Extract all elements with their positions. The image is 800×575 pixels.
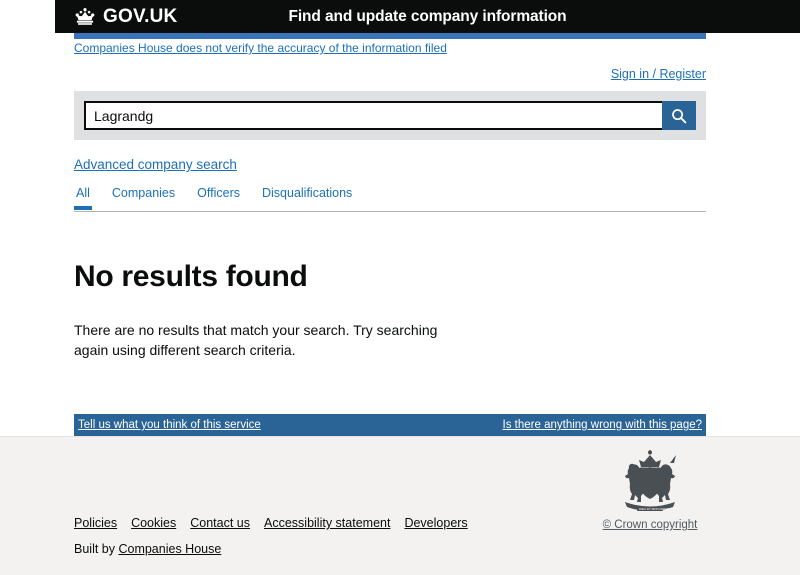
search-input[interactable] — [84, 101, 662, 130]
service-title: Find and update company information — [288, 7, 567, 25]
footer-inner: Policies Cookies Contact us Accessibilit… — [74, 437, 706, 575]
tabs-inner: All Companies Officers Disqualifications — [74, 186, 706, 210]
feedback-report-problem-link[interactable]: Is there anything wrong with this page? — [503, 419, 702, 431]
footer-link-accessibility-statement[interactable]: Accessibility statement — [264, 516, 390, 530]
verify-accuracy-link[interactable]: Companies House does not verify the accu… — [74, 41, 447, 55]
royal-coat-of-arms-icon: DIEU ET MON DROIT — [590, 447, 710, 515]
crown-copyright-block: DIEU ET MON DROIT © Crown copyright — [590, 447, 710, 531]
no-results-message: There are no results that match your sea… — [74, 322, 438, 358]
crown-copyright-link[interactable]: © Crown copyright — [590, 519, 710, 531]
built-by-prefix: Built by — [74, 542, 119, 556]
advanced-company-search-link[interactable]: Advanced company search — [74, 157, 237, 172]
account-bar: Sign in / Register — [74, 65, 706, 81]
footer-link-developers[interactable]: Developers — [404, 516, 467, 530]
search-result-tabs: All Companies Officers Disqualifications — [74, 186, 706, 212]
footer-link-contact-us[interactable]: Contact us — [190, 516, 250, 530]
search-icon — [671, 108, 687, 124]
footer-links: Policies Cookies Contact us Accessibilit… — [74, 516, 468, 530]
main-content: No results found There are no results th… — [74, 260, 706, 361]
tab-officers[interactable]: Officers — [197, 186, 240, 206]
page-footer: Policies Cookies Contact us Accessibilit… — [0, 436, 800, 575]
footer-link-policies[interactable]: Policies — [74, 516, 117, 530]
sign-in-register-link[interactable]: Sign in / Register — [611, 67, 706, 81]
tab-disqualifications[interactable]: Disqualifications — [262, 186, 352, 206]
search-button[interactable] — [662, 101, 696, 130]
tab-all[interactable]: All — [74, 186, 92, 210]
built-by-text: Built by Companies House — [74, 542, 221, 556]
page-body: Companies House does not verify the accu… — [0, 39, 800, 375]
feedback-tell-us-link[interactable]: Tell us what you think of this service — [78, 419, 261, 431]
page-title: No results found — [74, 260, 308, 293]
footer-link-cookies[interactable]: Cookies — [131, 516, 176, 530]
search-container — [74, 91, 706, 140]
motto-text: DIEU ET MON DROIT — [639, 507, 669, 511]
tab-companies[interactable]: Companies — [112, 186, 175, 206]
feedback-banner: Tell us what you think of this service I… — [74, 414, 706, 436]
companies-house-link[interactable]: Companies House — [118, 542, 221, 556]
govuk-header: GOV.UK Find and update company informati… — [55, 0, 800, 33]
content-container: Companies House does not verify the accu… — [74, 39, 706, 361]
